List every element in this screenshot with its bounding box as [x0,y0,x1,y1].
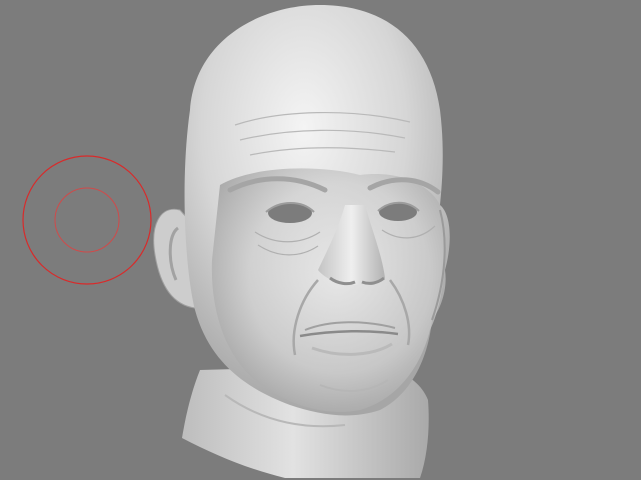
brush-inner-radius [54,187,120,253]
viewport-canvas[interactable] [0,0,641,480]
brush-cursor-icon[interactable] [22,155,152,285]
brush-outer-radius [22,155,152,285]
sculpt-viewport[interactable] [0,0,641,480]
head-model[interactable] [153,5,450,478]
